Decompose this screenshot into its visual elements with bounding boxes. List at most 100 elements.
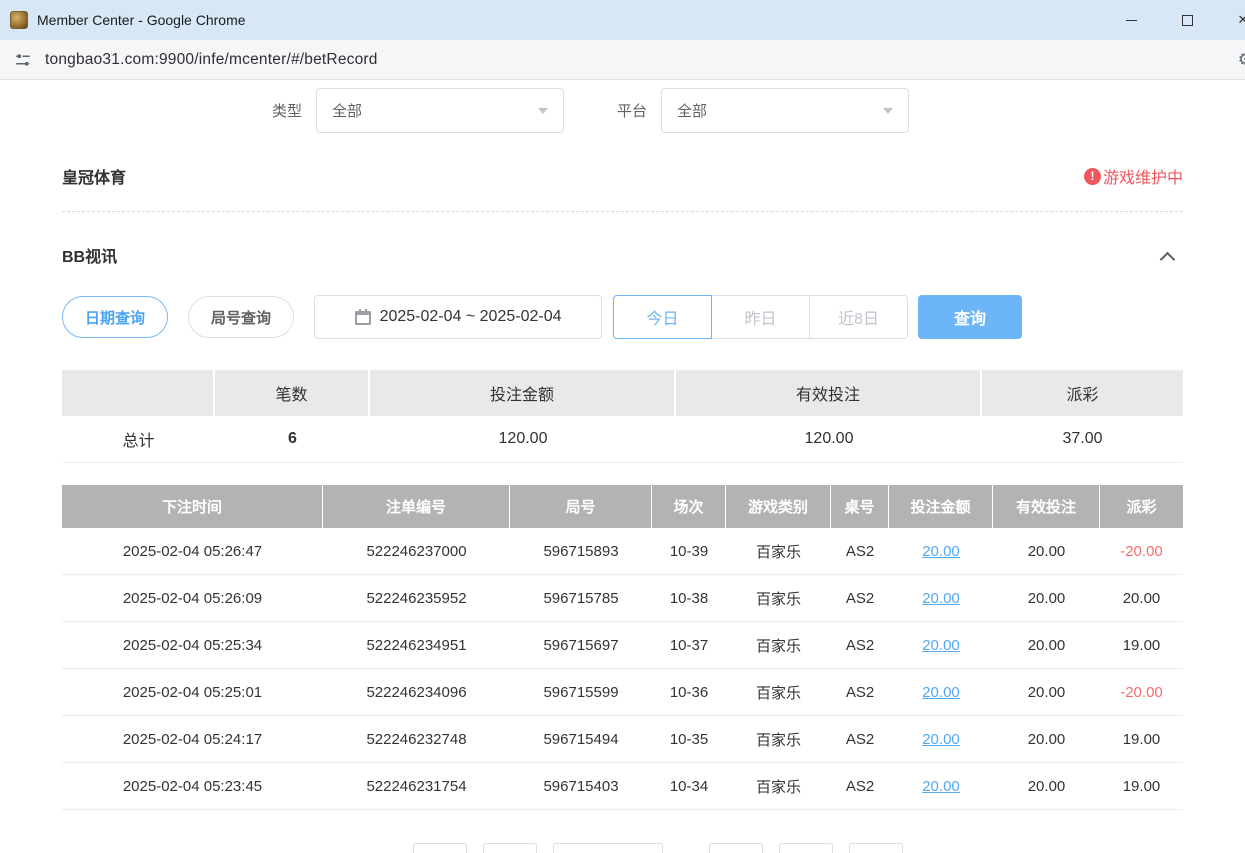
cell-bet-amount: 20.00 — [889, 622, 993, 669]
summary-total-label: 总计 — [62, 416, 215, 463]
cell-order-number: 522246232748 — [323, 716, 510, 763]
summary-header-count: 笔数 — [215, 370, 370, 416]
cell-round-number: 596715494 — [510, 716, 652, 763]
cell-table-number: AS2 — [831, 763, 889, 810]
cell-bet-time: 2025-02-04 05:25:34 — [62, 622, 323, 669]
bet-amount-link[interactable]: 20.00 — [922, 731, 960, 748]
yesterday-button[interactable]: 昨日 — [711, 295, 810, 339]
bet-table-header-table-number: 桌号 — [831, 485, 889, 528]
cell-session: 10-37 — [652, 622, 726, 669]
pagination-item[interactable] — [483, 843, 537, 853]
type-filter-select[interactable]: 全部 — [316, 88, 564, 133]
url-text[interactable]: tongbao31.com:9900/infe/mcenter/#/betRec… — [45, 51, 378, 69]
cell-game-type: 百家乐 — [726, 622, 831, 669]
platform-filter-value: 全部 — [677, 100, 707, 121]
cell-round-number: 596715697 — [510, 622, 652, 669]
window-titlebar: Member Center - Google Chrome ✕ — [0, 0, 1245, 40]
type-filter-label: 类型 — [272, 100, 302, 121]
pagination-item[interactable] — [709, 843, 763, 853]
chevron-down-icon — [538, 108, 548, 114]
pagination — [62, 843, 1183, 853]
round-query-tab[interactable]: 局号查询 — [188, 296, 294, 338]
calendar-icon — [355, 309, 371, 325]
window-title: Member Center - Google Chrome — [37, 12, 246, 28]
crown-sports-section: 皇冠体育 ! 游戏维护中 — [62, 161, 1183, 191]
bet-amount-link[interactable]: 20.00 — [922, 778, 960, 795]
cell-bet-amount: 20.00 — [889, 575, 993, 622]
cell-game-type: 百家乐 — [726, 763, 831, 810]
summary-payout-value: 37.00 — [982, 416, 1183, 463]
recent-8-days-button[interactable]: 近8日 — [809, 295, 908, 339]
site-favicon — [10, 11, 28, 29]
settings-gear-icon[interactable]: ⚙ — [1238, 50, 1245, 70]
crown-sports-title: 皇冠体育 — [62, 164, 126, 188]
cell-game-type: 百家乐 — [726, 669, 831, 716]
bet-table-header-round-number: 局号 — [510, 485, 652, 528]
cell-order-number: 522246231754 — [323, 763, 510, 810]
cell-game-type: 百家乐 — [726, 716, 831, 763]
cell-bet-time: 2025-02-04 05:26:09 — [62, 575, 323, 622]
minimize-icon — [1126, 20, 1137, 21]
cell-order-number: 522246235952 — [323, 575, 510, 622]
bet-table-header-session: 场次 — [652, 485, 726, 528]
collapse-chevron-up-icon[interactable] — [1160, 251, 1176, 267]
close-button[interactable]: ✕ — [1215, 0, 1245, 40]
bet-amount-link[interactable]: 20.00 — [922, 684, 960, 701]
pagination-page-size-select[interactable] — [553, 843, 663, 853]
minimize-button[interactable] — [1103, 0, 1159, 40]
cell-table-number: AS2 — [831, 528, 889, 575]
platform-filter-select[interactable]: 全部 — [661, 88, 909, 133]
cell-payout: 19.00 — [1100, 716, 1183, 763]
cell-game-type: 百家乐 — [726, 575, 831, 622]
maintenance-text: 游戏维护中 — [1103, 164, 1183, 188]
close-icon: ✕ — [1238, 12, 1245, 28]
cell-valid-bet: 20.00 — [993, 716, 1100, 763]
cell-session: 10-34 — [652, 763, 726, 810]
bet-table: 下注时间注单编号局号场次游戏类别桌号投注金额有效投注派彩2025-02-04 0… — [62, 485, 1183, 810]
cell-bet-amount: 20.00 — [889, 528, 993, 575]
type-filter-value: 全部 — [332, 100, 362, 121]
cell-payout: -20.00 — [1100, 528, 1183, 575]
cell-table-number: AS2 — [831, 575, 889, 622]
cell-bet-time: 2025-02-04 05:24:17 — [62, 716, 323, 763]
cell-session: 10-38 — [652, 575, 726, 622]
cell-payout: 19.00 — [1100, 763, 1183, 810]
summary-bet-amount-value: 120.00 — [370, 416, 676, 463]
pagination-item[interactable] — [779, 843, 833, 853]
bet-amount-link[interactable]: 20.00 — [922, 590, 960, 607]
bb-video-section: BB视讯 — [62, 240, 1183, 270]
bb-video-title: BB视讯 — [62, 243, 117, 267]
cell-round-number: 596715785 — [510, 575, 652, 622]
cell-round-number: 596715599 — [510, 669, 652, 716]
cell-order-number: 522246237000 — [323, 528, 510, 575]
cell-valid-bet: 20.00 — [993, 528, 1100, 575]
summary-header-bet-amount: 投注金额 — [370, 370, 676, 416]
bet-amount-link[interactable]: 20.00 — [922, 543, 960, 560]
bet-table-header-game-type: 游戏类别 — [726, 485, 831, 528]
cell-valid-bet: 20.00 — [993, 622, 1100, 669]
cell-payout: 20.00 — [1100, 575, 1183, 622]
address-bar[interactable]: tongbao31.com:9900/infe/mcenter/#/betRec… — [0, 40, 1245, 80]
pagination-item[interactable] — [849, 843, 903, 853]
maximize-button[interactable] — [1159, 0, 1215, 40]
bet-amount-link[interactable]: 20.00 — [922, 637, 960, 654]
cell-valid-bet: 20.00 — [993, 669, 1100, 716]
pagination-item[interactable] — [413, 843, 467, 853]
cell-valid-bet: 20.00 — [993, 763, 1100, 810]
cell-game-type: 百家乐 — [726, 528, 831, 575]
quick-range-group: 今日 昨日 近8日 — [613, 295, 908, 339]
bet-table-header-payout: 派彩 — [1100, 485, 1183, 528]
today-button[interactable]: 今日 — [613, 295, 712, 339]
site-settings-icon[interactable] — [14, 51, 32, 69]
cell-bet-time: 2025-02-04 05:23:45 — [62, 763, 323, 810]
cell-bet-time: 2025-02-04 05:25:01 — [62, 669, 323, 716]
date-query-tab[interactable]: 日期查询 — [62, 296, 168, 338]
cell-order-number: 522246234951 — [323, 622, 510, 669]
cell-bet-amount: 20.00 — [889, 716, 993, 763]
cell-payout: -20.00 — [1100, 669, 1183, 716]
summary-header-blank — [62, 370, 215, 416]
date-range-picker[interactable]: 2025-02-04 ~ 2025-02-04 — [314, 295, 602, 339]
cell-session: 10-36 — [652, 669, 726, 716]
maximize-icon — [1182, 15, 1193, 26]
search-button[interactable]: 查询 — [918, 295, 1022, 339]
